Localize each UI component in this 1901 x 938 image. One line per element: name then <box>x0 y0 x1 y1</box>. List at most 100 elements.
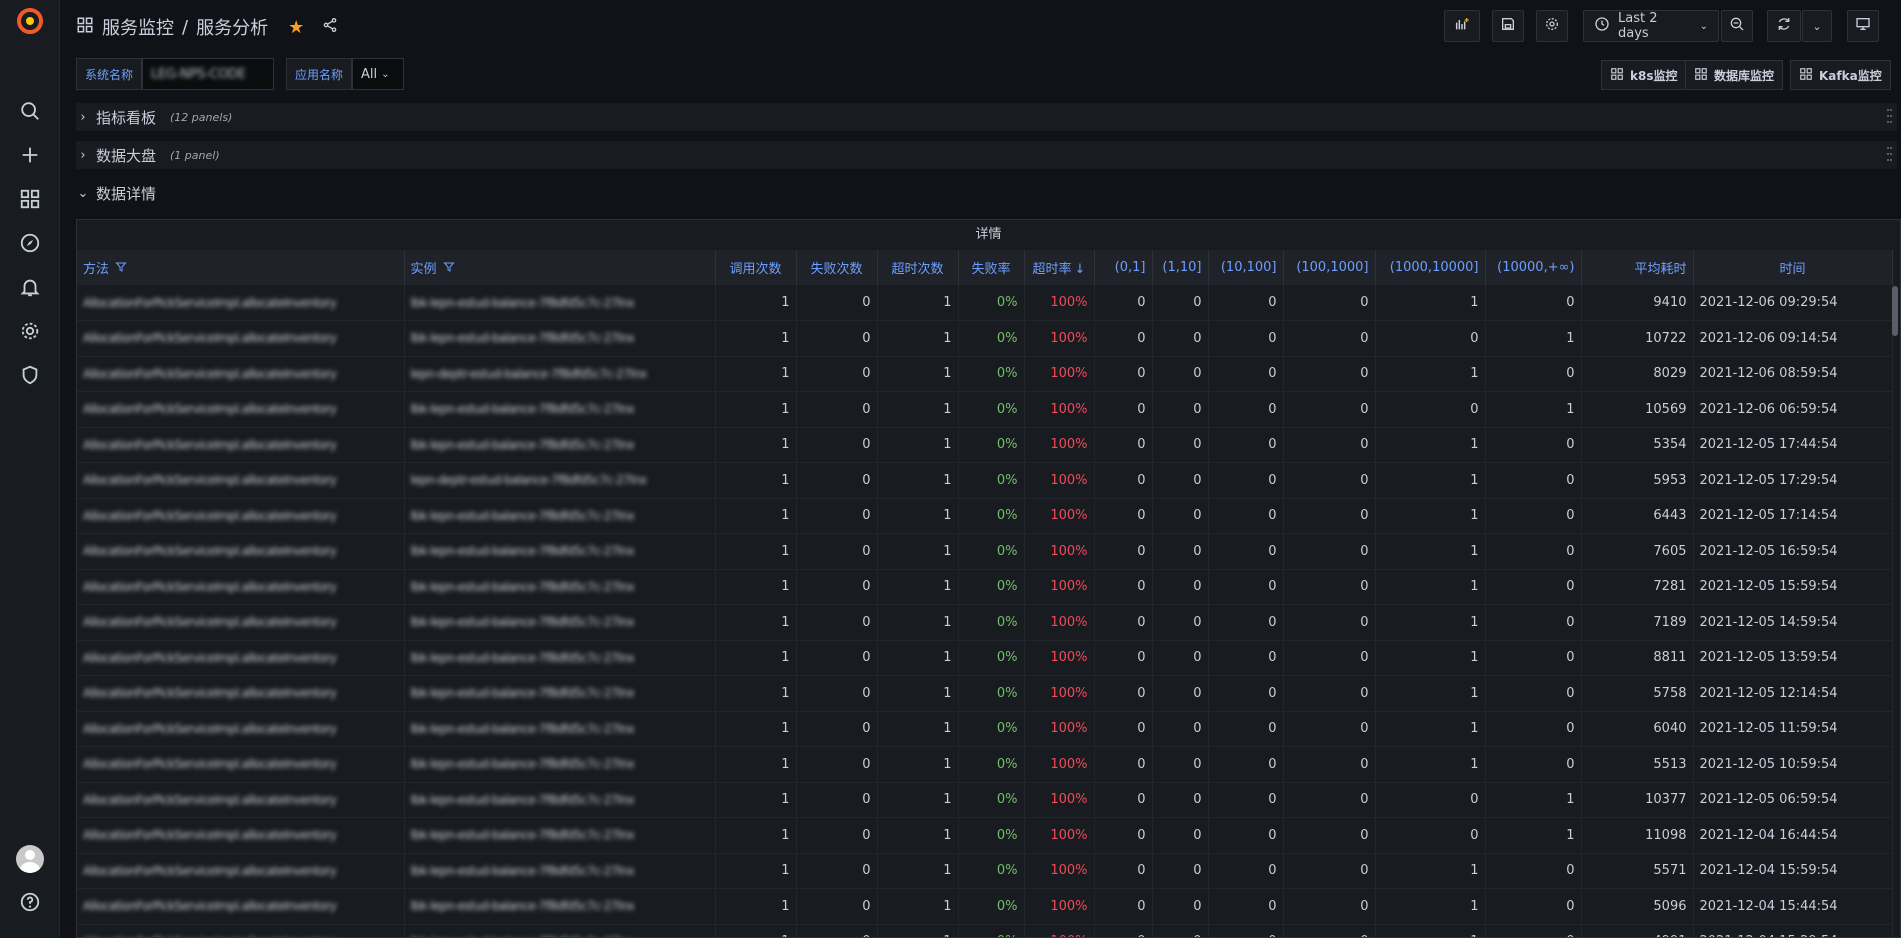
link-kafka[interactable]: Kafka监控 <box>1790 60 1891 90</box>
table-scrollbar[interactable] <box>1892 286 1898 336</box>
table-cell: 1 <box>1375 533 1486 570</box>
help-icon[interactable] <box>18 890 42 914</box>
table-row[interactable]: AllocationForPickServiceImpl.allocateInv… <box>77 711 1893 747</box>
grafana-logo-icon[interactable] <box>15 6 45 36</box>
row-data-details[interactable]: ⌄ 数据详情 <box>76 179 1897 207</box>
star-icon[interactable]: ★ <box>288 17 304 38</box>
table-row[interactable]: AllocationForPickServiceImpl.allocateInv… <box>77 782 1893 818</box>
filter-icon[interactable] <box>442 262 455 277</box>
table-row[interactable]: AllocationForPickServiceImpl.allocateInv… <box>77 285 1893 321</box>
table-row[interactable]: AllocationForPickServiceImpl.allocateInv… <box>77 604 1893 641</box>
table-cell: 0 <box>1152 356 1209 392</box>
table-row[interactable]: AllocationForPickServiceImpl.allocateInv… <box>77 853 1893 889</box>
column-header[interactable]: (1000,10000] <box>1375 250 1486 285</box>
drag-handle-icon[interactable] <box>1887 145 1895 165</box>
column-header[interactable]: 方法 <box>77 250 405 285</box>
row-data-dashboard[interactable]: › 数据大盘 (1 panel) <box>76 141 1897 169</box>
table-cell: AllocationForPickServiceImpl.allocateInv… <box>77 285 405 321</box>
refresh-button[interactable] <box>1767 10 1801 42</box>
side-nav <box>0 0 60 938</box>
table-cell: 0 <box>1152 498 1209 534</box>
panel-title[interactable]: 详情 <box>77 220 1900 250</box>
sort-desc-icon: ↓ <box>1074 262 1086 277</box>
table-row[interactable]: AllocationForPickServiceImpl.allocateInv… <box>77 888 1893 925</box>
settings-button[interactable] <box>1536 10 1568 42</box>
tv-mode-button[interactable] <box>1847 10 1879 42</box>
time-picker[interactable]: Last 2 days ⌄ <box>1583 10 1719 42</box>
table-cell: 100% <box>1024 853 1095 889</box>
table-cell: 6443 <box>1581 498 1694 534</box>
save-button[interactable] <box>1492 10 1524 42</box>
search-icon[interactable] <box>18 99 42 123</box>
plus-icon[interactable] <box>18 143 42 167</box>
link-k8s[interactable]: k8s监控 <box>1601 60 1687 90</box>
table-row[interactable]: AllocationForPickServiceImpl.allocateInv… <box>77 498 1893 534</box>
dashboard-title[interactable]: 服务分析 <box>196 14 268 40</box>
column-header[interactable]: (1,10] <box>1152 250 1209 285</box>
avatar[interactable] <box>16 845 44 873</box>
table-cell: 0 <box>1094 640 1153 676</box>
table-row[interactable]: AllocationForPickServiceImpl.allocateInv… <box>77 640 1893 676</box>
column-header[interactable]: 失败率 <box>958 250 1025 285</box>
zoom-out-button[interactable] <box>1721 10 1753 42</box>
zoom-out-icon <box>1729 16 1745 36</box>
table-row[interactable]: AllocationForPickServiceImpl.allocateInv… <box>77 675 1893 712</box>
table-row[interactable]: AllocationForPickServiceImpl.allocateInv… <box>77 746 1893 783</box>
gear-icon[interactable] <box>18 319 42 343</box>
compass-icon[interactable] <box>18 231 42 255</box>
column-header[interactable]: (100,1000] <box>1283 250 1376 285</box>
column-header[interactable]: 时间 <box>1693 250 1893 285</box>
table-row[interactable]: AllocationForPickServiceImpl.allocateInv… <box>77 320 1893 357</box>
table-cell: 0 <box>1485 888 1582 925</box>
row-metrics-board[interactable]: › 指标看板 (12 panels) <box>76 103 1897 131</box>
column-header[interactable]: 平均耗时 <box>1581 250 1694 285</box>
column-header[interactable]: 实例 <box>404 250 716 285</box>
apps-icon[interactable] <box>18 187 42 211</box>
table-cell: 0 <box>1485 498 1582 534</box>
table-row[interactable]: AllocationForPickServiceImpl.allocateInv… <box>77 817 1893 854</box>
table-cell: 0 <box>1094 888 1153 925</box>
system-variable-select[interactable]: LEG-NPS-CODE <box>142 58 275 90</box>
bell-icon[interactable] <box>18 275 42 299</box>
app-variable-select[interactable]: All ⌄ <box>352 58 405 90</box>
column-header[interactable]: (10,100] <box>1208 250 1284 285</box>
table-row[interactable]: AllocationForPickServiceImpl.allocateInv… <box>77 462 1893 499</box>
table-cell: 0 <box>1485 285 1582 321</box>
table-cell: 1 <box>877 320 959 357</box>
filter-icon[interactable] <box>115 262 127 277</box>
share-icon[interactable] <box>322 17 338 38</box>
column-header[interactable]: 超时率 ↓ <box>1024 250 1095 285</box>
apps-icon <box>1610 67 1624 84</box>
shield-icon[interactable] <box>18 363 42 387</box>
column-header[interactable]: 失败次数 <box>796 250 878 285</box>
refresh-interval-dropdown[interactable]: ⌄ <box>1802 10 1832 42</box>
table-row[interactable]: AllocationForPickServiceImpl.allocateInv… <box>77 533 1893 570</box>
table-cell: 1 <box>1375 356 1486 392</box>
table-row[interactable]: AllocationForPickServiceImpl.allocateInv… <box>77 427 1893 463</box>
table-cell: 0% <box>958 924 1025 937</box>
add-panel-button[interactable] <box>1444 10 1480 42</box>
table-cell: 1 <box>1375 285 1486 321</box>
column-header[interactable]: (10000,+∞) <box>1485 250 1582 285</box>
table-cell: 1 <box>715 853 797 889</box>
table-row[interactable]: AllocationForPickServiceImpl.allocateInv… <box>77 569 1893 605</box>
breadcrumb-folder[interactable]: 服务监控 <box>102 14 174 40</box>
column-header[interactable]: 超时次数 <box>877 250 959 285</box>
table-cell: 0 <box>1208 817 1284 854</box>
table-row[interactable]: AllocationForPickServiceImpl.allocateInv… <box>77 391 1893 428</box>
column-header-label: 失败次数 <box>810 262 863 277</box>
drag-handle-icon[interactable] <box>1887 107 1895 127</box>
table-cell: 1 <box>877 746 959 783</box>
table-cell: 0 <box>1094 498 1153 534</box>
apps-icon <box>76 16 94 39</box>
table-cell: 0 <box>1208 924 1284 937</box>
table-row[interactable]: AllocationForPickServiceImpl.allocateInv… <box>77 356 1893 392</box>
variable-bar: 系统名称 LEG-NPS-CODE 应用名称 All ⌄ <box>76 58 405 90</box>
link-database[interactable]: 数据库监控 <box>1685 60 1784 90</box>
table-row[interactable]: AllocationForPickServiceImpl.allocateInv… <box>77 924 1893 937</box>
column-header[interactable]: (0,1] <box>1094 250 1153 285</box>
table-cell: 0 <box>1283 498 1376 534</box>
column-header[interactable]: 调用次数 <box>715 250 797 285</box>
table-cell: 0 <box>1094 711 1153 747</box>
table-cell: 7189 <box>1581 604 1694 641</box>
